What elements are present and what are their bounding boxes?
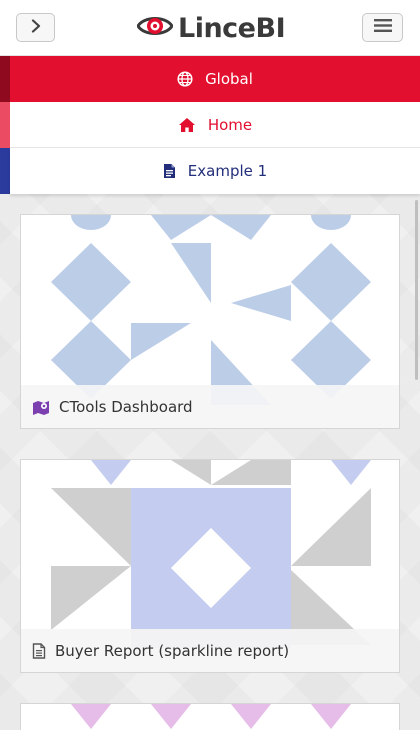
card-footer: Buyer Report (sparkline report) [21,629,399,672]
main-menu-button[interactable] [362,13,403,42]
navigation-menu: Global Home Example 1 [0,56,420,194]
report-card-buyer[interactable]: Buyer Report (sparkline report) [20,459,400,673]
menu-item-home[interactable]: Home [10,102,420,148]
scrollbar[interactable] [415,200,418,380]
dashboard-card-partial[interactable] [20,703,400,730]
globe-icon [177,71,193,87]
dashboard-card-ctools[interactable]: CTools Dashboard [20,214,400,429]
card-title: CTools Dashboard [59,397,193,416]
logo-text: LinceBI [178,12,286,44]
map-marker-icon [32,399,50,415]
lincebi-logo[interactable]: LinceBI [136,11,286,45]
card-title: Buyer Report (sparkline report) [55,641,290,660]
top-navbar: LinceBI [0,0,420,56]
home-icon [178,117,196,133]
menu-item-label: Global [205,70,253,88]
menu-item-label: Example 1 [187,162,268,180]
report-icon [32,642,46,659]
sidebar-toggle-button[interactable] [16,13,55,42]
card-footer: CTools Dashboard [21,385,399,428]
chevron-right-icon [29,18,43,37]
menu-item-example-1[interactable]: Example 1 [10,148,420,194]
eye-logo-icon [136,11,174,45]
hamburger-menu-icon [373,18,392,37]
menu-item-global[interactable]: Global [10,56,420,102]
document-icon [163,163,176,179]
menu-item-label: Home [207,115,253,134]
card-thumbnail [71,704,351,729]
